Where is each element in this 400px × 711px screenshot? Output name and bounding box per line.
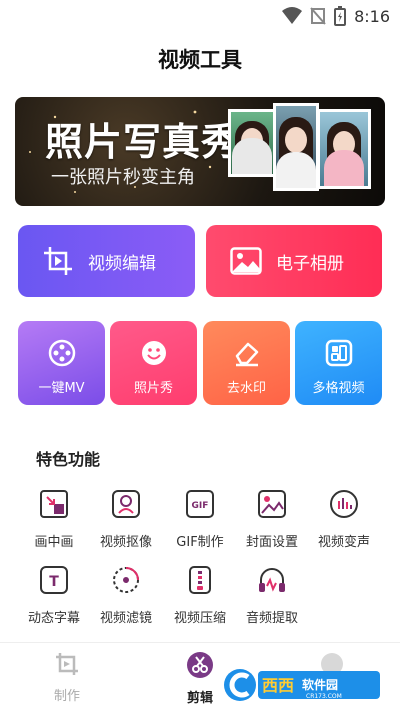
svg-text:GIF: GIF <box>192 501 209 511</box>
headphones-icon <box>259 568 285 592</box>
banner-title: 照片写真秀 <box>45 120 241 164</box>
feature-voice-change[interactable]: 视频变声 <box>304 489 384 550</box>
feature-label: 封面设置 <box>245 535 298 550</box>
photo-show-tile[interactable]: 照片秀 <box>110 321 197 405</box>
one-click-mv-tile[interactable]: 一键MV <box>18 321 105 405</box>
signal-off-icon <box>310 7 326 25</box>
scissors-icon <box>187 652 213 678</box>
feature-gif[interactable]: GIF GIF制作 <box>160 489 240 550</box>
feature-audio-extract[interactable]: 音频提取 <box>232 565 312 626</box>
feature-label: 动态字幕 <box>27 611 80 626</box>
feature-label: GIF制作 <box>176 535 224 550</box>
feature-label: 视频抠像 <box>99 535 152 550</box>
filter-icon <box>113 567 139 593</box>
pip-icon <box>40 490 68 518</box>
image-icon <box>230 247 262 275</box>
remove-watermark-label: 去水印 <box>226 381 266 396</box>
feature-label: 画中画 <box>34 535 74 550</box>
e-album-label: 电子相册 <box>276 253 344 274</box>
remove-watermark-tile[interactable]: 去水印 <box>203 321 290 405</box>
feature-label: 视频滤镜 <box>99 611 152 626</box>
banner-photo-1 <box>228 109 276 177</box>
voice-change-icon <box>330 490 358 518</box>
film-reel-icon <box>48 339 75 367</box>
svg-text:T: T <box>49 574 59 590</box>
feature-label: 音频提取 <box>245 611 298 626</box>
video-edit-label: 视频编辑 <box>88 253 156 274</box>
feature-label: 视频压缩 <box>173 611 226 626</box>
compress-icon <box>189 566 211 594</box>
cover-icon <box>258 490 286 518</box>
battery-charging-icon <box>334 6 347 26</box>
one-click-mv-label: 一键MV <box>38 381 85 396</box>
tab-make-label: 制作 <box>53 689 80 704</box>
svg-text:西西: 西西 <box>262 676 294 695</box>
cutout-icon <box>112 490 140 518</box>
feature-cutout[interactable]: 视频抠像 <box>86 489 166 550</box>
feature-subtitle[interactable]: T 动态字幕 <box>14 565 94 626</box>
feature-filter[interactable]: 视频滤镜 <box>86 565 166 626</box>
subtitle-icon: T <box>40 566 68 594</box>
make-icon <box>56 653 78 675</box>
features-title: 特色功能 <box>36 450 101 469</box>
eraser-icon <box>235 342 258 367</box>
banner-photo-2 <box>273 103 319 191</box>
tab-make[interactable]: 制作 <box>27 651 107 704</box>
smile-icon <box>141 341 166 365</box>
e-album-button[interactable]: 电子相册 <box>206 225 382 297</box>
wifi-icon <box>282 7 303 24</box>
multi-grid-video-label: 多格视频 <box>312 381 365 396</box>
crop-play-icon <box>44 247 72 275</box>
banner-subtitle: 一张照片秒变主角 <box>51 167 195 188</box>
gif-icon: GIF <box>186 490 214 518</box>
feature-label: 视频变声 <box>317 535 370 550</box>
feature-compress[interactable]: 视频压缩 <box>160 565 240 626</box>
banner-photo-3 <box>317 109 371 189</box>
grid-icon <box>325 339 352 367</box>
feature-pip[interactable]: 画中画 <box>14 489 94 550</box>
page-title: 视频工具 <box>158 48 242 72</box>
status-bar: 8:16 <box>0 0 400 32</box>
video-edit-button[interactable]: 视频编辑 <box>18 225 195 297</box>
status-time: 8:16 <box>354 6 390 26</box>
multi-grid-video-tile[interactable]: 多格视频 <box>295 321 382 405</box>
site-watermark-logo: 西西 软件园 CR173.COM <box>224 669 380 701</box>
svg-text:CR173.COM: CR173.COM <box>306 693 342 700</box>
promo-banner[interactable]: 照片写真秀 一张照片秒变主角 <box>15 97 385 206</box>
feature-cover[interactable]: 封面设置 <box>232 489 312 550</box>
svg-text:软件园: 软件园 <box>302 677 338 692</box>
photo-show-label: 照片秀 <box>133 381 173 396</box>
